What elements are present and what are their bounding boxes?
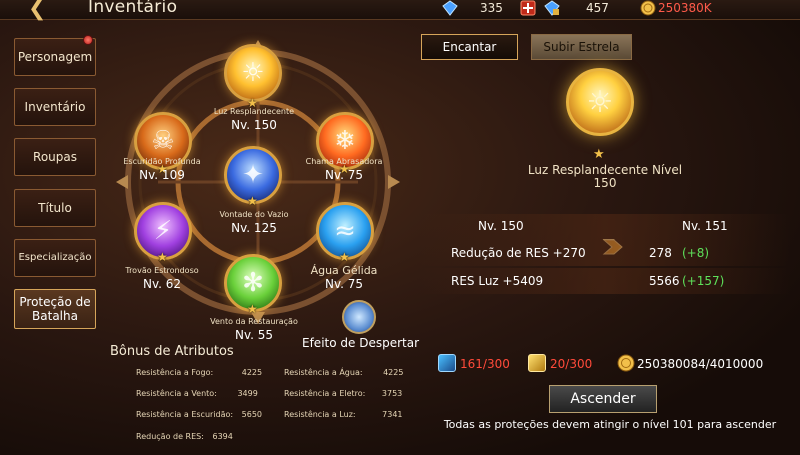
protection-wheel: ☼ ★ Luz Resplandecente Nv. 150 ☠ ★ Escur… [110,22,420,342]
stat-next: 278 [649,246,672,260]
bonus-item: Resistência a Vento: 3499 [136,389,258,398]
back-arrow-icon[interactable]: ❮ [28,0,58,20]
orb-level: Nv. 75 [324,168,364,182]
stat-row: Redução de RES +270 278 (+8) [420,240,790,266]
current-level: Nv. 150 [478,219,524,233]
nav-titulo[interactable]: Título [14,189,96,227]
orb-level: Nv. 150 [231,118,277,132]
nav-inventario[interactable]: Inventário [14,88,96,126]
diamond-icon [442,0,458,16]
locked-diamond-count: 457 [586,1,609,15]
cost-crystal: 161/300 [460,357,510,371]
crystal-material-icon [438,354,456,372]
nav-roupas[interactable]: Roupas [14,138,96,176]
star-icon: ★ [157,250,168,264]
selected-orb-luz: ☼ [566,68,634,136]
bonus-item: Resistência a Eletro: 3753 [284,389,403,398]
game-screen: ❮ Inventário 335 457 250380K Personagem … [0,0,800,455]
stat-label: RES Luz +5409 [451,274,544,288]
star-icon: ★ [339,250,350,264]
cost-gold-material: 20/300 [550,357,593,371]
nav-especializacao[interactable]: Especialização [14,239,96,277]
orb-name: Vontade do Vazio [219,210,289,219]
selected-orb-level: 150 [593,176,617,190]
add-currency-icon[interactable] [520,0,536,16]
awakening-effect-icon[interactable] [342,300,376,334]
locked-diamond-icon [544,0,560,16]
orb-level: Nv. 125 [231,221,277,235]
orb-level: Nv. 75 [324,277,364,291]
top-bar: ❮ Inventário 335 457 250380K [0,0,800,20]
star-icon: ★ [247,302,258,316]
gold-coin-icon [617,354,635,372]
stat-row: RES Luz +5409 5566 (+157) [420,268,790,294]
sun-icon: ☼ [241,58,265,88]
stat-gain: (+157) [682,274,725,288]
bonus-item: Redução de RES: 6394 [136,432,233,441]
bonus-item: Resistência a Luz: 7341 [284,410,403,419]
next-level: Nv. 151 [682,219,728,233]
diamond-count: 335 [480,1,503,15]
orb-name: Luz Resplandecente [213,107,295,116]
nav-personagem[interactable]: Personagem [14,35,96,76]
orb-level: Nv. 109 [139,168,185,182]
orb-level: Nv. 62 [142,277,182,291]
notification-dot-icon [83,35,93,45]
nav-label: Título [38,201,72,215]
bonus-item: Resistência a Água: 4225 [284,368,404,377]
bonus-title: Bônus de Atributos [110,344,234,359]
tab-subir-estrela[interactable]: Subir Estrela [531,34,632,60]
orb-name: Escuridão Profunda [123,157,201,166]
cost-gold: 250380084/4010000 [637,357,764,371]
ascend-note: Todas as proteções devem atingir o nível… [443,418,777,431]
bonus-item: Resistência a Escuridão: 5650 [136,410,262,419]
orb-name: Trovão Estrondoso [125,266,199,275]
tab-encantar[interactable]: Encantar [421,34,518,60]
stat-next: 5566 [649,274,680,288]
orb-name: Vento da Restauração [210,317,298,326]
gold-count: 250380K [658,1,712,15]
nav-label: Proteção de Batalha [19,295,91,323]
gold-coin-icon [640,0,656,16]
stat-gain: (+8) [682,246,710,260]
orb-name: Água Gélida [310,264,378,277]
orb-luz-resplandecente[interactable]: ☼ [224,44,282,102]
nav-label: Inventário [24,100,86,114]
nav-label: Especialização [18,252,92,263]
orb-name: Chama Abrasadora [305,157,383,166]
sun-icon: ☼ [586,84,614,120]
nav-label: Roupas [33,150,77,164]
selected-orb-name: Luz Resplandecente Nível [527,163,683,177]
stat-label: Redução de RES +270 [451,246,586,260]
nav-protecao-de-batalha[interactable]: Proteção de Batalha [14,289,96,329]
star-icon: ★ [593,147,605,162]
nav-label: Personagem [17,50,93,64]
bonus-item: Resistência a Fogo: 4225 [136,368,263,377]
page-title: Inventário [88,0,178,17]
awakening-effect-label[interactable]: Efeito de Despertar [302,336,419,350]
ascend-button[interactable]: Ascender [549,385,657,413]
gold-material-icon [528,354,546,372]
orb-level: Nv. 55 [234,328,274,342]
star-icon: ★ [247,194,258,208]
